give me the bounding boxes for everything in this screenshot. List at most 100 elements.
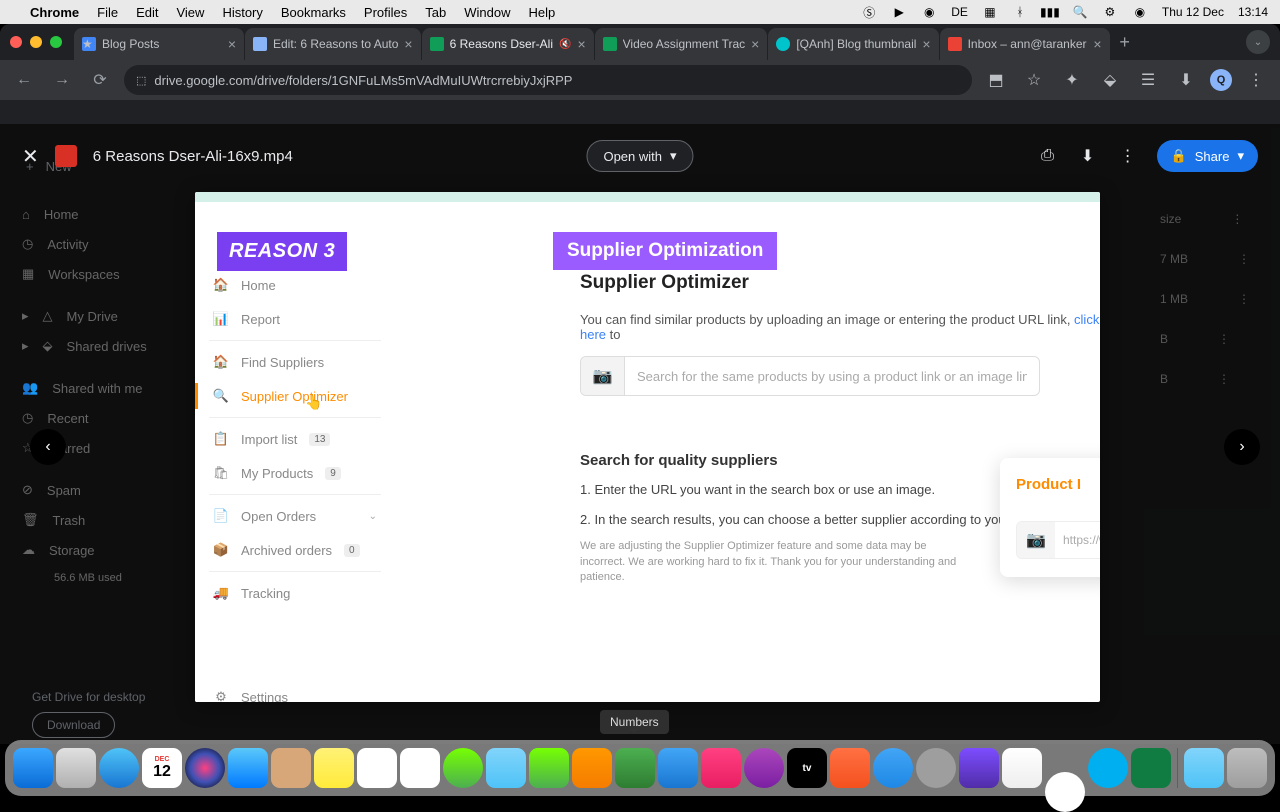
back-button[interactable]: ← bbox=[10, 66, 38, 94]
close-window-button[interactable] bbox=[10, 36, 22, 48]
dock-music[interactable] bbox=[701, 748, 741, 788]
forward-button[interactable]: → bbox=[48, 66, 76, 94]
tab-6-reasons-dser[interactable]: 6 Reasons Dser-Ali 🔇 × bbox=[422, 28, 594, 60]
dock-excel[interactable] bbox=[1131, 748, 1171, 788]
tab-blog-thumbnail[interactable]: [QAnh] Blog thumbnail × bbox=[768, 28, 938, 60]
dock-airmail[interactable] bbox=[1002, 748, 1042, 788]
play-icon[interactable]: ▶ bbox=[891, 4, 907, 20]
tab-blog-posts[interactable]: ★ Blog Posts × bbox=[74, 28, 244, 60]
dock-numbers[interactable] bbox=[615, 748, 655, 788]
sidebar-item-trash[interactable]: 🗑Trash bbox=[8, 505, 218, 535]
more-actions-icon[interactable]: ⋮ bbox=[1117, 145, 1139, 167]
nav-supplier-optimizer[interactable]: 🔍Supplier Optimizer bbox=[195, 379, 395, 413]
dock-safari[interactable] bbox=[99, 748, 139, 788]
profile-avatar[interactable]: Q bbox=[1210, 69, 1232, 91]
menubar-date[interactable]: Thu 12 Dec bbox=[1162, 5, 1224, 19]
dock-settings[interactable] bbox=[916, 748, 956, 788]
nav-home[interactable]: 🏠Home bbox=[195, 268, 395, 302]
close-tab-icon[interactable]: × bbox=[922, 36, 930, 52]
sidebar-item-storage[interactable]: ☁Storage bbox=[8, 535, 218, 565]
close-tab-icon[interactable]: × bbox=[1093, 36, 1101, 52]
menu-view[interactable]: View bbox=[176, 5, 204, 20]
camera-icon[interactable]: 📷 bbox=[1017, 522, 1055, 558]
spotlight-icon[interactable]: 🔍 bbox=[1072, 4, 1088, 20]
dock-podcasts[interactable] bbox=[744, 748, 784, 788]
open-with-button[interactable]: Open with ▾ bbox=[586, 140, 693, 172]
camera-icon[interactable]: 📷 bbox=[581, 357, 625, 395]
menu-profiles[interactable]: Profiles bbox=[364, 5, 407, 20]
tab-list-button[interactable]: ⌄ bbox=[1246, 30, 1270, 54]
chrome-menu-icon[interactable]: ⋮ bbox=[1242, 66, 1270, 94]
prev-file-button[interactable]: ‹ bbox=[30, 429, 66, 465]
more-icon[interactable]: ⋮ bbox=[1231, 212, 1243, 226]
menu-file[interactable]: File bbox=[97, 5, 118, 20]
sidebar-item-shared-with-me[interactable]: 👥Shared with me bbox=[8, 373, 218, 403]
dock-play[interactable] bbox=[959, 748, 999, 788]
download-icon[interactable]: ⬇ bbox=[1077, 145, 1099, 167]
more-icon[interactable]: ⋮ bbox=[1218, 372, 1230, 386]
dock-facetime[interactable] bbox=[529, 748, 569, 788]
dock-chrome[interactable] bbox=[1045, 772, 1085, 812]
record-icon[interactable]: ◉ bbox=[921, 4, 937, 20]
dock-downloads-folder[interactable] bbox=[1184, 748, 1224, 788]
next-file-button[interactable]: › bbox=[1224, 429, 1260, 465]
dock-calendar[interactable]: DEC12 bbox=[142, 748, 182, 788]
tab-video-assignment[interactable]: Video Assignment Trac × bbox=[595, 28, 768, 60]
bluetooth-icon[interactable]: ᚼ bbox=[1012, 4, 1028, 20]
minimize-window-button[interactable] bbox=[30, 36, 42, 48]
menubar-time[interactable]: 13:14 bbox=[1238, 5, 1268, 19]
tab-inbox[interactable]: Inbox – ann@taranker × bbox=[940, 28, 1110, 60]
downloads-icon[interactable]: ⬇ bbox=[1172, 66, 1200, 94]
dock-launchpad[interactable] bbox=[56, 748, 96, 788]
dock-photos[interactable] bbox=[400, 748, 440, 788]
menubar-app-name[interactable]: Chrome bbox=[30, 5, 79, 20]
menu-tab[interactable]: Tab bbox=[425, 5, 446, 20]
tab-edit-reasons[interactable]: Edit: 6 Reasons to Auto × bbox=[245, 28, 421, 60]
print-icon[interactable]: ⎙ bbox=[1037, 145, 1059, 167]
sidebar-item-activity[interactable]: ◷Activity bbox=[8, 229, 218, 259]
dock-mail[interactable] bbox=[228, 748, 268, 788]
sidebar-item-workspaces[interactable]: ▦Workspaces bbox=[8, 259, 218, 289]
dock-pages[interactable] bbox=[572, 748, 612, 788]
sidebar-item-spam[interactable]: ⊘Spam bbox=[8, 475, 218, 505]
sidebar-item-shared-drives[interactable]: ▸⬙Shared drives bbox=[8, 331, 218, 361]
nav-tracking[interactable]: 🚚Tracking bbox=[195, 576, 395, 610]
close-preview-button[interactable]: ✕ bbox=[22, 144, 39, 169]
dock-maps[interactable] bbox=[486, 748, 526, 788]
dock-reminders[interactable] bbox=[357, 748, 397, 788]
dock-finder[interactable] bbox=[13, 748, 53, 788]
close-tab-icon[interactable]: × bbox=[577, 36, 585, 52]
dock-trash[interactable] bbox=[1227, 748, 1267, 788]
close-tab-icon[interactable]: × bbox=[404, 36, 412, 52]
reading-list-icon[interactable]: ☰ bbox=[1134, 66, 1162, 94]
nav-report[interactable]: 📊Report bbox=[195, 302, 395, 336]
close-tab-icon[interactable]: × bbox=[228, 36, 236, 52]
layout-icon[interactable]: ▦ bbox=[982, 4, 998, 20]
nav-archived-orders[interactable]: 📦Archived orders0 bbox=[195, 533, 395, 567]
dock-siri[interactable] bbox=[185, 748, 225, 788]
nav-import-list[interactable]: 📋Import list13 bbox=[195, 422, 395, 456]
mute-icon[interactable]: 🔇 bbox=[559, 39, 571, 50]
nav-settings[interactable]: ⚙Settings bbox=[195, 680, 395, 702]
more-icon[interactable]: ⋮ bbox=[1218, 332, 1230, 346]
address-bar[interactable]: ⬚ drive.google.com/drive/folders/1GNFuLM… bbox=[124, 65, 972, 95]
download-button[interactable]: Download bbox=[32, 712, 115, 738]
dock-skype[interactable] bbox=[1088, 748, 1128, 788]
maximize-window-button[interactable] bbox=[50, 36, 62, 48]
nav-my-products[interactable]: 🛍My Products9 bbox=[195, 456, 395, 490]
battery-icon[interactable]: ▮▮▮ bbox=[1042, 4, 1058, 20]
dock-appstore[interactable] bbox=[873, 748, 913, 788]
nav-find-suppliers[interactable]: 🏠Find Suppliers bbox=[195, 345, 395, 379]
dock-messages[interactable] bbox=[443, 748, 483, 788]
sidebar-item-home[interactable]: ⌂Home bbox=[8, 200, 218, 229]
popup-url-input[interactable]: 📷 https://ww bbox=[1016, 521, 1100, 559]
video-preview-frame[interactable]: REASON 3 🏠Home 📊Report 🏠Find Suppliers 🔍… bbox=[195, 192, 1100, 702]
share-button[interactable]: 🔒 Share ▾ bbox=[1157, 140, 1258, 172]
more-icon[interactable]: ⋮ bbox=[1238, 292, 1250, 306]
skype-status-icon[interactable]: Ⓢ bbox=[861, 4, 877, 20]
bookmark-icon[interactable]: ☆ bbox=[1020, 66, 1048, 94]
extensions-menu-icon[interactable]: ⬙ bbox=[1096, 66, 1124, 94]
new-tab-button[interactable]: + bbox=[1111, 28, 1139, 56]
extension-icon[interactable]: ✦ bbox=[1058, 66, 1086, 94]
dock-contacts[interactable] bbox=[271, 748, 311, 788]
